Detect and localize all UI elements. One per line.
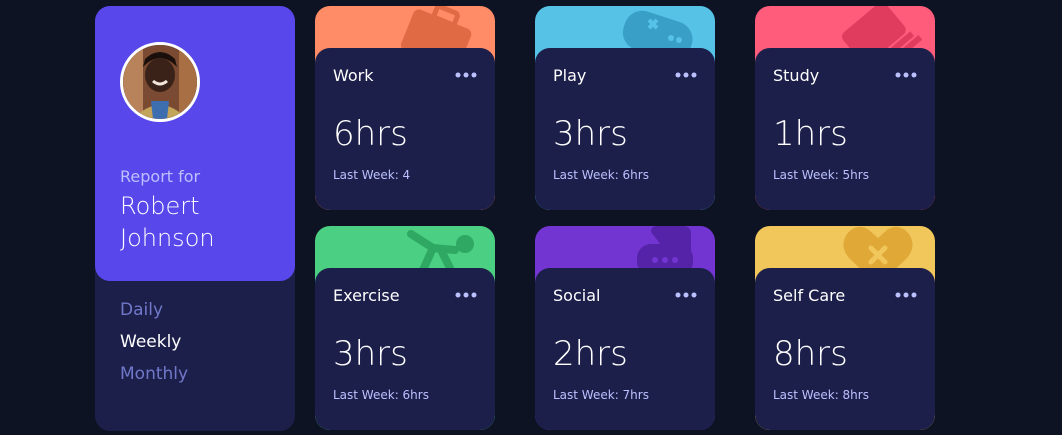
card-exercise-last-week: Last Week: 6hrs — [333, 388, 429, 402]
more-options-icon[interactable] — [675, 288, 697, 302]
more-options-icon[interactable] — [895, 288, 917, 302]
card-social-body: Social 2hrs Last Week: 7hrs — [535, 268, 715, 430]
card-play-title: Play — [553, 66, 587, 85]
card-exercise-body: Exercise 3hrs Last Week: 6hrs — [315, 268, 495, 430]
card-work-last-week: Last Week: 4 — [333, 168, 411, 182]
more-options-icon[interactable] — [895, 68, 917, 82]
card-self-care-last-week: Last Week: 8hrs — [773, 388, 869, 402]
period-monthly[interactable]: Monthly — [120, 358, 188, 390]
card-play: Play 3hrs Last Week: 6hrs — [535, 6, 715, 210]
card-play-body: Play 3hrs Last Week: 6hrs — [535, 48, 715, 210]
card-exercise-hours: 3hrs — [333, 334, 408, 374]
more-options-icon[interactable] — [455, 288, 477, 302]
more-options-icon[interactable] — [455, 68, 477, 82]
card-study-last-week: Last Week: 5hrs — [773, 168, 869, 182]
card-social-title: Social — [553, 286, 601, 305]
card-play-hours: 3hrs — [553, 114, 628, 154]
card-study-body: Study 1hrs Last Week: 5hrs — [755, 48, 935, 210]
card-self-care-hours: 8hrs — [773, 334, 848, 374]
card-self-care: Self Care 8hrs Last Week: 8hrs — [755, 226, 935, 430]
card-social-last-week: Last Week: 7hrs — [553, 388, 649, 402]
more-options-icon[interactable] — [675, 68, 697, 82]
card-self-care-title: Self Care — [773, 286, 846, 305]
period-selector: Daily Weekly Monthly — [120, 294, 188, 390]
card-study: Study 1hrs Last Week: 5hrs — [755, 6, 935, 210]
period-weekly[interactable]: Weekly — [120, 326, 188, 358]
card-work-body: Work 6hrs Last Week: 4 — [315, 48, 495, 210]
card-social: Social 2hrs Last Week: 7hrs — [535, 226, 715, 430]
period-daily[interactable]: Daily — [120, 294, 188, 326]
card-self-care-body: Self Care 8hrs Last Week: 8hrs — [755, 268, 935, 430]
dashboard: Report for Robert Johnson Daily Weekly M… — [0, 0, 1062, 435]
card-exercise: Exercise 3hrs Last Week: 6hrs — [315, 226, 495, 430]
card-work: Work 6hrs Last Week: 4 — [315, 6, 495, 210]
card-play-last-week: Last Week: 6hrs — [553, 168, 649, 182]
report-for-label: Report for — [120, 167, 201, 186]
card-work-title: Work — [333, 66, 374, 85]
card-work-hours: 6hrs — [333, 114, 408, 154]
profile-card: Report for Robert Johnson Daily Weekly M… — [95, 6, 295, 431]
card-exercise-title: Exercise — [333, 286, 400, 305]
card-study-hours: 1hrs — [773, 114, 848, 154]
avatar — [120, 42, 200, 122]
profile-header: Report for Robert Johnson — [95, 6, 295, 281]
user-name: Robert Johnson — [120, 192, 215, 252]
card-social-hours: 2hrs — [553, 334, 628, 374]
card-study-title: Study — [773, 66, 820, 85]
avatar-image — [123, 45, 197, 119]
